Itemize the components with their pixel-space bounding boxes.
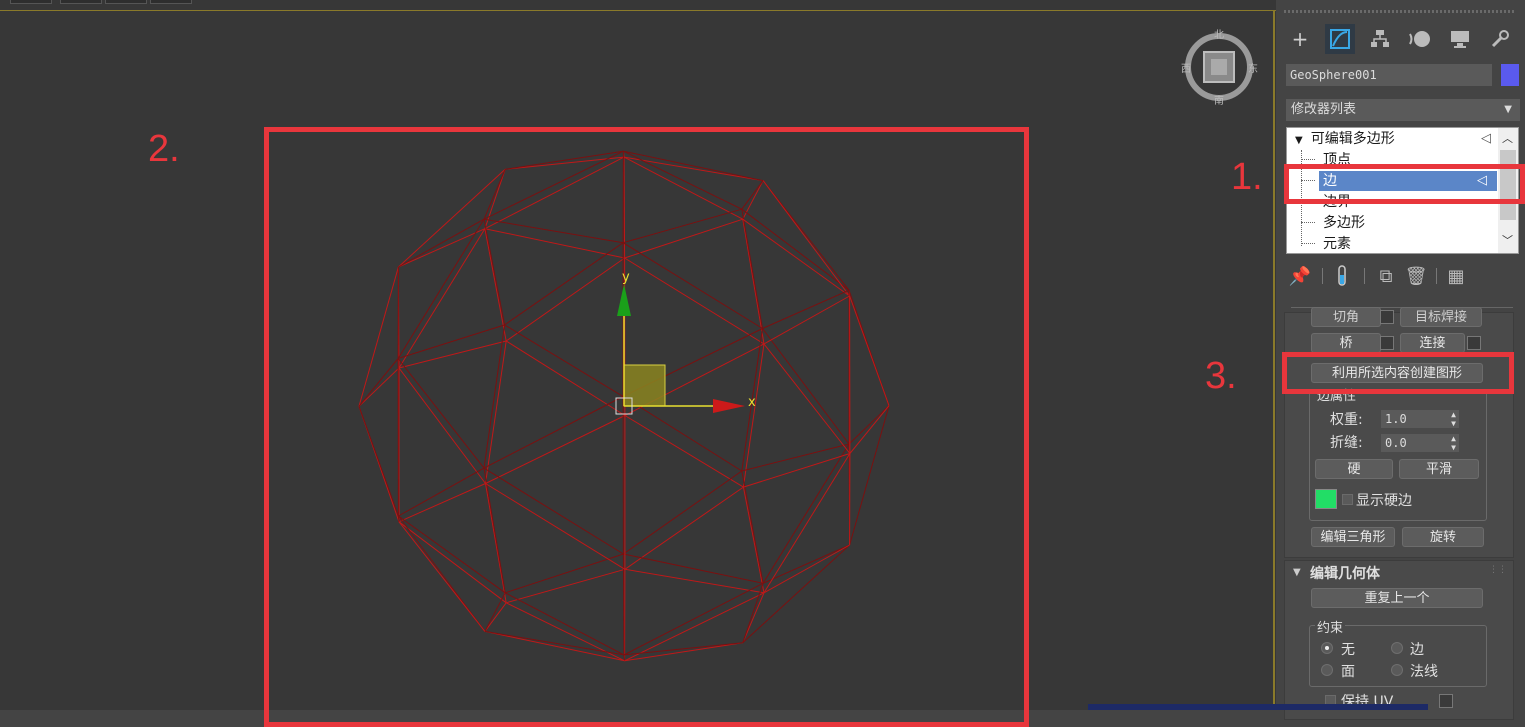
edit-geometry-title[interactable]: 编辑几何体 [1310,563,1380,583]
viewcube-south[interactable]: 南 [1214,92,1224,107]
motion-tab[interactable] [1405,24,1435,54]
toolbar-separator [1364,268,1365,284]
grip-icon: ⋮⋮ [1489,565,1507,575]
stack-item-label: 元素 [1323,236,1351,252]
modify-icon [1329,28,1351,50]
bridge-settings-button[interactable] [1380,336,1394,350]
chamfer-settings-button[interactable] [1380,310,1394,324]
weight-value: 1.0 [1385,412,1407,426]
create-icon: + [1292,27,1309,51]
annotation-1: 1. [1231,156,1263,199]
make-unique-icon: ⧉ [1380,266,1393,287]
display-tab[interactable] [1445,24,1475,54]
light-bulb-icon[interactable]: ◁ [1481,129,1491,149]
tree-branch [1301,159,1315,160]
viewcube-east[interactable]: 东 [1248,60,1258,75]
spinner-arrows-icon[interactable]: ▲▼ [1451,410,1456,428]
crease-value: 0.0 [1385,436,1407,450]
hierarchy-icon [1369,28,1391,50]
viewcube-north[interactable]: 北 [1214,26,1224,41]
modifier-list-dropdown[interactable]: 修改器列表 ▼ [1286,99,1520,121]
hard-edge-color-swatch[interactable] [1315,489,1337,509]
smooth-button[interactable]: 平滑 [1399,459,1479,479]
trash-icon: 🗑 [1405,266,1428,287]
crease-label: 折缝: [1330,432,1363,452]
show-hard-edges-label: 显示硬边 [1356,490,1412,510]
turn-button[interactable]: 旋转 [1402,527,1484,547]
create-tab[interactable]: + [1285,24,1315,54]
weight-spinner[interactable]: 1.0 ▲▼ [1381,410,1459,428]
toolbar-separator [1322,268,1323,284]
preserve-uv-settings-button[interactable] [1439,694,1453,708]
show-end-result-button[interactable] [1328,262,1356,290]
constraint-edge-label: 边 [1410,639,1424,659]
perspective-viewport[interactable]: y x 北 南 东 西 2. 1. 3. [0,0,1276,710]
edit-geometry-rollout: ▼ 编辑几何体 ⋮⋮ 重复上一个 约束 无 边 面 法线 保持 UV [1284,560,1514,720]
remove-modifier-button[interactable]: 🗑 [1402,262,1430,290]
show-hard-edges-checkbox[interactable] [1342,494,1353,505]
toolbar-separator [1436,268,1437,284]
make-unique-button[interactable]: ⧉ [1372,262,1400,290]
constraint-none-label: 无 [1341,639,1355,659]
constraint-face-label: 面 [1341,661,1355,681]
tree-branch [1301,243,1315,244]
status-strip [1088,704,1428,710]
modifier-list-label: 修改器列表 [1291,102,1356,117]
stack-item-polygon[interactable]: 多边形 [1323,213,1365,233]
spinner-arrows-icon[interactable]: ▲▼ [1451,434,1456,452]
configure-sets-button[interactable]: ▦ [1442,262,1470,290]
target-weld-button[interactable]: 目标焊接 [1400,307,1482,327]
stack-item-element[interactable]: 元素 [1323,234,1351,254]
stack-item-editable-poly[interactable]: ▼ 可编辑多边形 ◁ [1295,129,1495,149]
object-color-swatch[interactable] [1501,64,1519,86]
utilities-icon [1489,28,1511,50]
stack-toolbar: 📌 ⧉ 🗑 ▦ [1286,262,1520,290]
modify-tab[interactable] [1325,24,1355,54]
stack-item-label: 可编辑多边形 [1311,131,1395,147]
constraint-edge-radio[interactable] [1391,642,1403,654]
hierarchy-tab[interactable] [1365,24,1395,54]
constraint-face-radio[interactable] [1321,664,1333,676]
hard-button[interactable]: 硬 [1315,459,1393,479]
pin-stack-button[interactable]: 📌 [1286,262,1314,290]
crease-spinner[interactable]: 0.0 ▲▼ [1381,434,1459,452]
annotation-3: 3. [1205,355,1237,398]
viewcube-west[interactable]: 西 [1181,60,1191,75]
stack-item-label: 多边形 [1323,215,1365,231]
repeat-last-button[interactable]: 重复上一个 [1311,588,1483,608]
chamfer-button[interactable]: 切角 [1311,307,1381,327]
utilities-tab[interactable] [1485,24,1515,54]
annotation-2: 2. [148,128,180,171]
bridge-button[interactable]: 桥 [1311,333,1381,353]
configure-icon: ▦ [1447,266,1464,287]
command-panel: + GeoSphere001 修改器列表 ▼ ▼可编辑多边形 ◁ 顶点 边 ◁ [1276,0,1525,710]
motion-icon [1408,28,1432,50]
highlight-box-viewport [264,127,1029,727]
weight-label: 权重: [1330,409,1363,429]
expand-triangle-icon: ▼ [1295,135,1303,146]
constraint-normal-radio[interactable] [1391,664,1403,676]
chevron-down-icon: ▼ [1504,99,1512,121]
scroll-down-icon[interactable]: ﹀ [1502,232,1513,248]
collapse-triangle-icon[interactable]: ▼ [1293,567,1301,578]
constraint-normal-label: 法线 [1410,661,1438,681]
highlight-box-stack [1284,164,1525,204]
constraint-none-radio[interactable] [1321,642,1333,654]
highlight-box-create-shape [1282,352,1514,394]
pin-icon: 📌 [1289,266,1311,287]
viewcube[interactable]: 北 南 东 西 [1184,32,1254,102]
connect-settings-button[interactable] [1467,336,1481,350]
constraints-title: 约束 [1315,617,1345,636]
scroll-up-icon[interactable]: ︿ [1502,130,1513,146]
tree-branch [1301,222,1315,223]
edit-triangulation-button[interactable]: 编辑三角形 [1311,527,1395,547]
display-icon [1449,28,1471,50]
connect-button[interactable]: 连接 [1400,333,1465,353]
panel-grip[interactable] [1284,10,1516,13]
edit-edges-rollout: 切角 目标焊接 桥 连接 利用所选内容创建图形 边属性 权重: 1.0▲▼ 折缝… [1284,312,1514,558]
object-name-field[interactable]: GeoSphere001 [1286,64,1492,86]
test-tube-icon [1336,265,1348,287]
